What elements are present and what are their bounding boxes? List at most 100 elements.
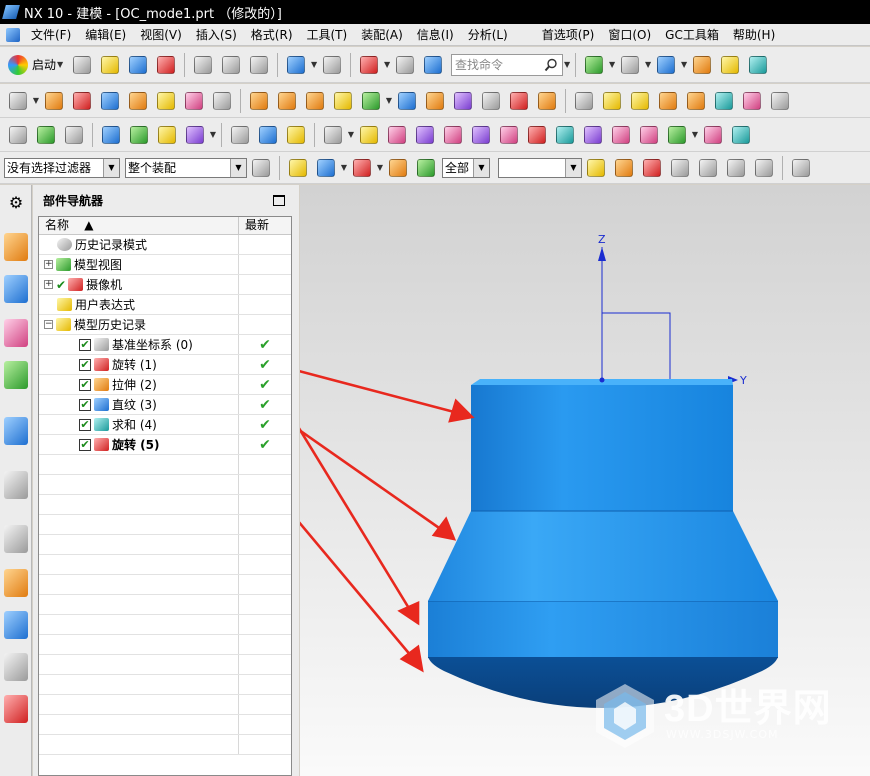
info-button[interactable] [420,52,446,78]
menu-gc-toolbox[interactable]: GC工具箱 [658,26,726,43]
boss-button[interactable] [153,88,179,114]
snap-mid-button[interactable] [723,155,749,181]
spring-button[interactable] [255,122,281,148]
search-dropdown-icon[interactable]: ▼ [563,60,571,69]
sketch-button[interactable] [5,88,31,114]
measure-button[interactable] [98,122,124,148]
start-button[interactable]: 启动 ▼ [4,52,68,78]
layer-button[interactable] [392,52,418,78]
text-button[interactable] [182,122,208,148]
cylinder-button[interactable] [227,122,253,148]
menu-window[interactable]: 窗口(O) [601,26,658,43]
tree-row-datum-csys[interactable]: ✔ 基准坐标系 (0) ✔ [39,335,291,355]
curve-filter-dropdown-icon[interactable]: ▼ [376,163,384,172]
maximize-icon[interactable] [273,195,285,206]
chamfer-button[interactable] [599,88,625,114]
section-view-button[interactable] [745,52,771,78]
cut-button[interactable] [190,52,216,78]
type-filter-select[interactable]: 没有选择过滤器 ▼ [4,157,120,178]
split-body-button[interactable] [506,88,532,114]
array-button[interactable] [302,88,328,114]
menu-format[interactable]: 格式(R) [244,26,300,43]
hammer-button[interactable] [126,122,152,148]
save-button[interactable] [125,52,151,78]
tree-row-history-mode[interactable]: 历史记录模式 [39,235,291,255]
block-button[interactable] [97,88,123,114]
menu-preferences[interactable]: 首选项(P) [535,26,602,43]
more-features-button[interactable] [767,88,793,114]
extension-button[interactable] [728,122,754,148]
x-form-button[interactable] [700,122,726,148]
menu-analysis[interactable]: 分析(L) [461,26,515,43]
thread-button[interactable] [209,88,235,114]
shell-button[interactable] [422,88,448,114]
point-filter-button[interactable] [385,155,411,181]
tree-row-revolve-5[interactable]: ✔ 旋转 (5) ✔ [39,435,291,455]
curve-button[interactable] [5,122,31,148]
paste-button[interactable] [246,52,272,78]
body-filter-button[interactable] [313,155,339,181]
body-filter-dropdown-icon[interactable]: ▼ [340,163,348,172]
coil-button[interactable] [283,122,309,148]
tree-row-model-history[interactable]: − 模型历史记录 [39,315,291,335]
snap-arc-button[interactable] [667,155,693,181]
feature-checkbox[interactable]: ✔ [79,398,91,411]
render-style-button[interactable] [717,52,743,78]
constraint-navigator-tab[interactable] [4,275,28,303]
layer-visible-button[interactable] [61,122,87,148]
clock-icon[interactable] [4,525,28,553]
offset-surface-button[interactable] [580,122,606,148]
component-button[interactable] [611,155,637,181]
open-file-button[interactable] [97,52,123,78]
draft-button[interactable] [627,88,653,114]
feature-checkbox[interactable]: ✔ [79,378,91,391]
update-button[interactable] [581,52,607,78]
system-scenes-tab[interactable] [4,695,28,723]
reuse-library-tab[interactable] [4,361,28,389]
tree-row-cameras[interactable]: + ✔ 摄像机 [39,275,291,295]
menu-information[interactable]: 信息(I) [410,26,461,43]
tree-row-model-views[interactable]: + 模型视图 [39,255,291,275]
mirror-button[interactable] [739,88,765,114]
display-mode-button[interactable] [617,52,643,78]
snap-chain-button[interactable] [751,155,777,181]
part-filter-select[interactable]: ▼ [498,157,582,178]
tree-row-user-expressions[interactable]: 用户表达式 [39,295,291,315]
part-navigator-tab[interactable] [4,319,28,347]
feature-filter-button[interactable] [285,155,311,181]
blend-surface-button[interactable] [524,122,550,148]
menu-insert[interactable]: 插入(S) [189,26,244,43]
system-materials-tab[interactable] [4,611,28,639]
face-blend-button[interactable] [655,88,681,114]
layer-filter-select[interactable]: 全部 ▼ [442,157,490,178]
color-surface-dropdown-icon[interactable]: ▼ [691,130,699,139]
feature-checkbox[interactable]: ✔ [79,358,91,371]
tools-button[interactable] [320,122,346,148]
menu-file[interactable]: 文件(F) [24,26,78,43]
copy-button[interactable] [218,52,244,78]
snap-center-button[interactable] [788,155,814,181]
curve-filter-button[interactable] [349,155,375,181]
modify-button[interactable] [154,122,180,148]
menu-view[interactable]: 视图(V) [133,26,189,43]
datum-button[interactable] [246,88,272,114]
swept-surface-button[interactable] [468,122,494,148]
trim-body-button[interactable] [478,88,504,114]
edge-blend-button[interactable] [571,88,597,114]
tools-dropdown-icon[interactable]: ▼ [347,130,355,139]
roles-tab[interactable] [4,653,28,681]
name-column-header[interactable]: 名称 ▲ [39,217,239,234]
menu-edit[interactable]: 编辑(E) [78,26,133,43]
extrude-button[interactable] [41,88,67,114]
tree-row-revolve-1[interactable]: ✔ 旋转 (1) ✔ [39,355,291,375]
color-surface-button[interactable] [664,122,690,148]
through-curves-button[interactable] [384,122,410,148]
collapse-icon[interactable]: − [44,320,53,329]
settings-gear-icon[interactable]: ⚙ [4,193,28,213]
bounded-plane-button[interactable] [356,122,382,148]
selection-scope-select[interactable]: 整个装配 ▼ [125,157,247,178]
web-browser-tab[interactable] [4,417,28,445]
feature-checkbox[interactable]: ✔ [79,338,91,351]
app-menu-icon[interactable] [6,27,20,42]
menu-help[interactable]: 帮助(H) [726,26,782,43]
